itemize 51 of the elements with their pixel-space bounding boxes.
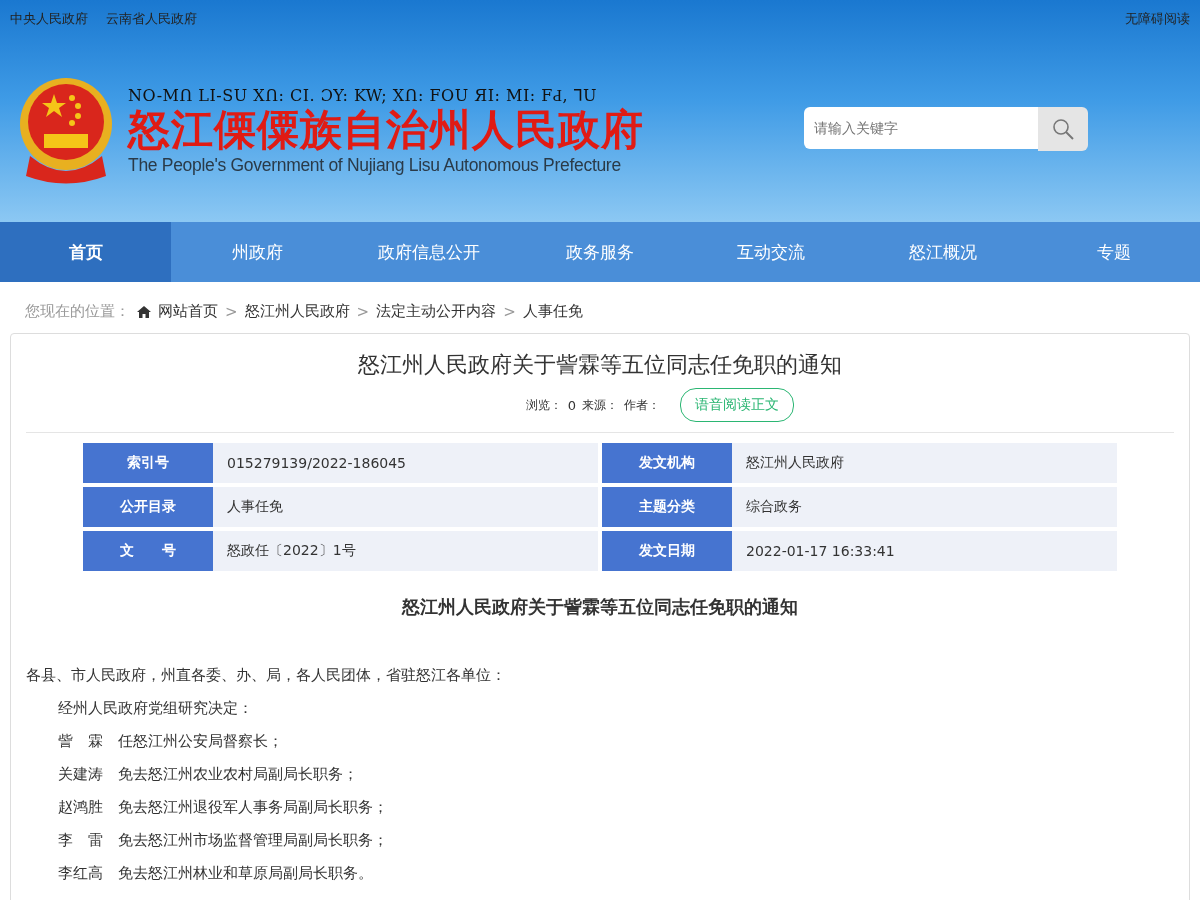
article-meta: 作者： [624, 396, 661, 414]
nav-tab[interactable]: 怒江概况 [857, 222, 1029, 282]
article-meta: 来源： [582, 396, 619, 414]
nav-tab[interactable]: 互动交流 [685, 222, 858, 282]
document-paragraph: 李 雷 免去怒江州市场监督管理局副局长职务； [57, 830, 389, 851]
breadcrumb-separator: > [356, 302, 370, 321]
breadcrumb-link[interactable]: 怒江州人民政府 [244, 302, 350, 321]
nav-tab[interactable]: 州政府 [171, 222, 343, 282]
nav-tab[interactable]: 首页 [0, 222, 172, 282]
read-aloud-button[interactable]: 语音阅读正文 [680, 388, 795, 422]
document-paragraph: 赵鸿胜 免去怒江州退役军人事务局副局长职务； [57, 797, 389, 818]
top-link[interactable]: 云南省人民政府 [106, 10, 197, 28]
breadcrumb-link[interactable]: 网站首页 [158, 302, 218, 321]
nav-tab[interactable]: 专题 [1028, 222, 1200, 282]
breadcrumb-separator: > [503, 302, 516, 321]
english-site-title: The People's Government of Nujiang Lisu Autonomous Prefecture [128, 155, 622, 177]
search-icon [1051, 117, 1075, 141]
article-meta: 0 [567, 397, 577, 413]
accessibility-link[interactable]: 无障碍阅读 [1125, 10, 1190, 28]
top-link[interactable]: 中央人民政府 [10, 10, 88, 28]
article-title: 怒江州人民政府关于訾霖等五位同志任免职的通知 [357, 351, 843, 379]
home-icon [137, 305, 151, 318]
search-field[interactable]: 请输入关键字 [804, 107, 1038, 149]
document-paragraph: 李红高 免去怒江州林业和草原局副局长职务。 [57, 863, 374, 884]
info-label: 公开目录 [83, 487, 213, 527]
nav-tab[interactable]: 政务服务 [514, 222, 686, 282]
document-paragraph: 訾 霖 任怒江州公安局督察长； [57, 731, 284, 752]
info-value: 怒政任〔2022〕1号 [213, 531, 598, 571]
info-value: 怒江州人民政府 [732, 443, 1117, 483]
breadcrumb-separator: > [225, 302, 238, 321]
article-meta: 浏览： [525, 396, 562, 414]
document-paragraph: 经州人民政府党组研究决定： [57, 698, 254, 719]
search-button[interactable] [1038, 107, 1088, 151]
document-paragraph: 各县、市人民政府，州直各委、办、局，各人民团体，省驻怒江各单位： [26, 665, 507, 686]
info-label: 主题分类 [602, 487, 732, 527]
info-label: 文 号 [83, 531, 213, 571]
info-label: 发文机构 [602, 443, 732, 483]
document-paragraph: 关建涛 免去怒江州农业农村局副局长职务； [57, 764, 359, 785]
info-value: 2022-01-17 16:33:41 [732, 531, 1117, 571]
info-value: 015279139/2022-186045 [213, 443, 598, 483]
lisu-site-title: NO-MՈ LI-SU XՈ: CI. ƆY: KW; XՈ: FOU ЯI: MI: FԀ, ⅂U [128, 85, 599, 105]
breadcrumb-link[interactable]: 法定主动公开内容 [376, 302, 497, 321]
info-value: 人事任免 [213, 487, 598, 527]
nav-tab[interactable]: 政府信息公开 [342, 222, 515, 282]
breadcrumb-label: 您现在的位置： [25, 302, 130, 321]
breadcrumb-link[interactable]: 人事任免 [522, 302, 583, 321]
site-title: 怒江傈僳族自治州人民政府 [128, 104, 644, 156]
info-label: 发文日期 [602, 531, 732, 571]
info-label: 索引号 [83, 443, 213, 483]
info-value: 综合政务 [732, 487, 1117, 527]
document-title: 怒江州人民政府关于訾霖等五位同志任免职的通知 [400, 595, 799, 619]
